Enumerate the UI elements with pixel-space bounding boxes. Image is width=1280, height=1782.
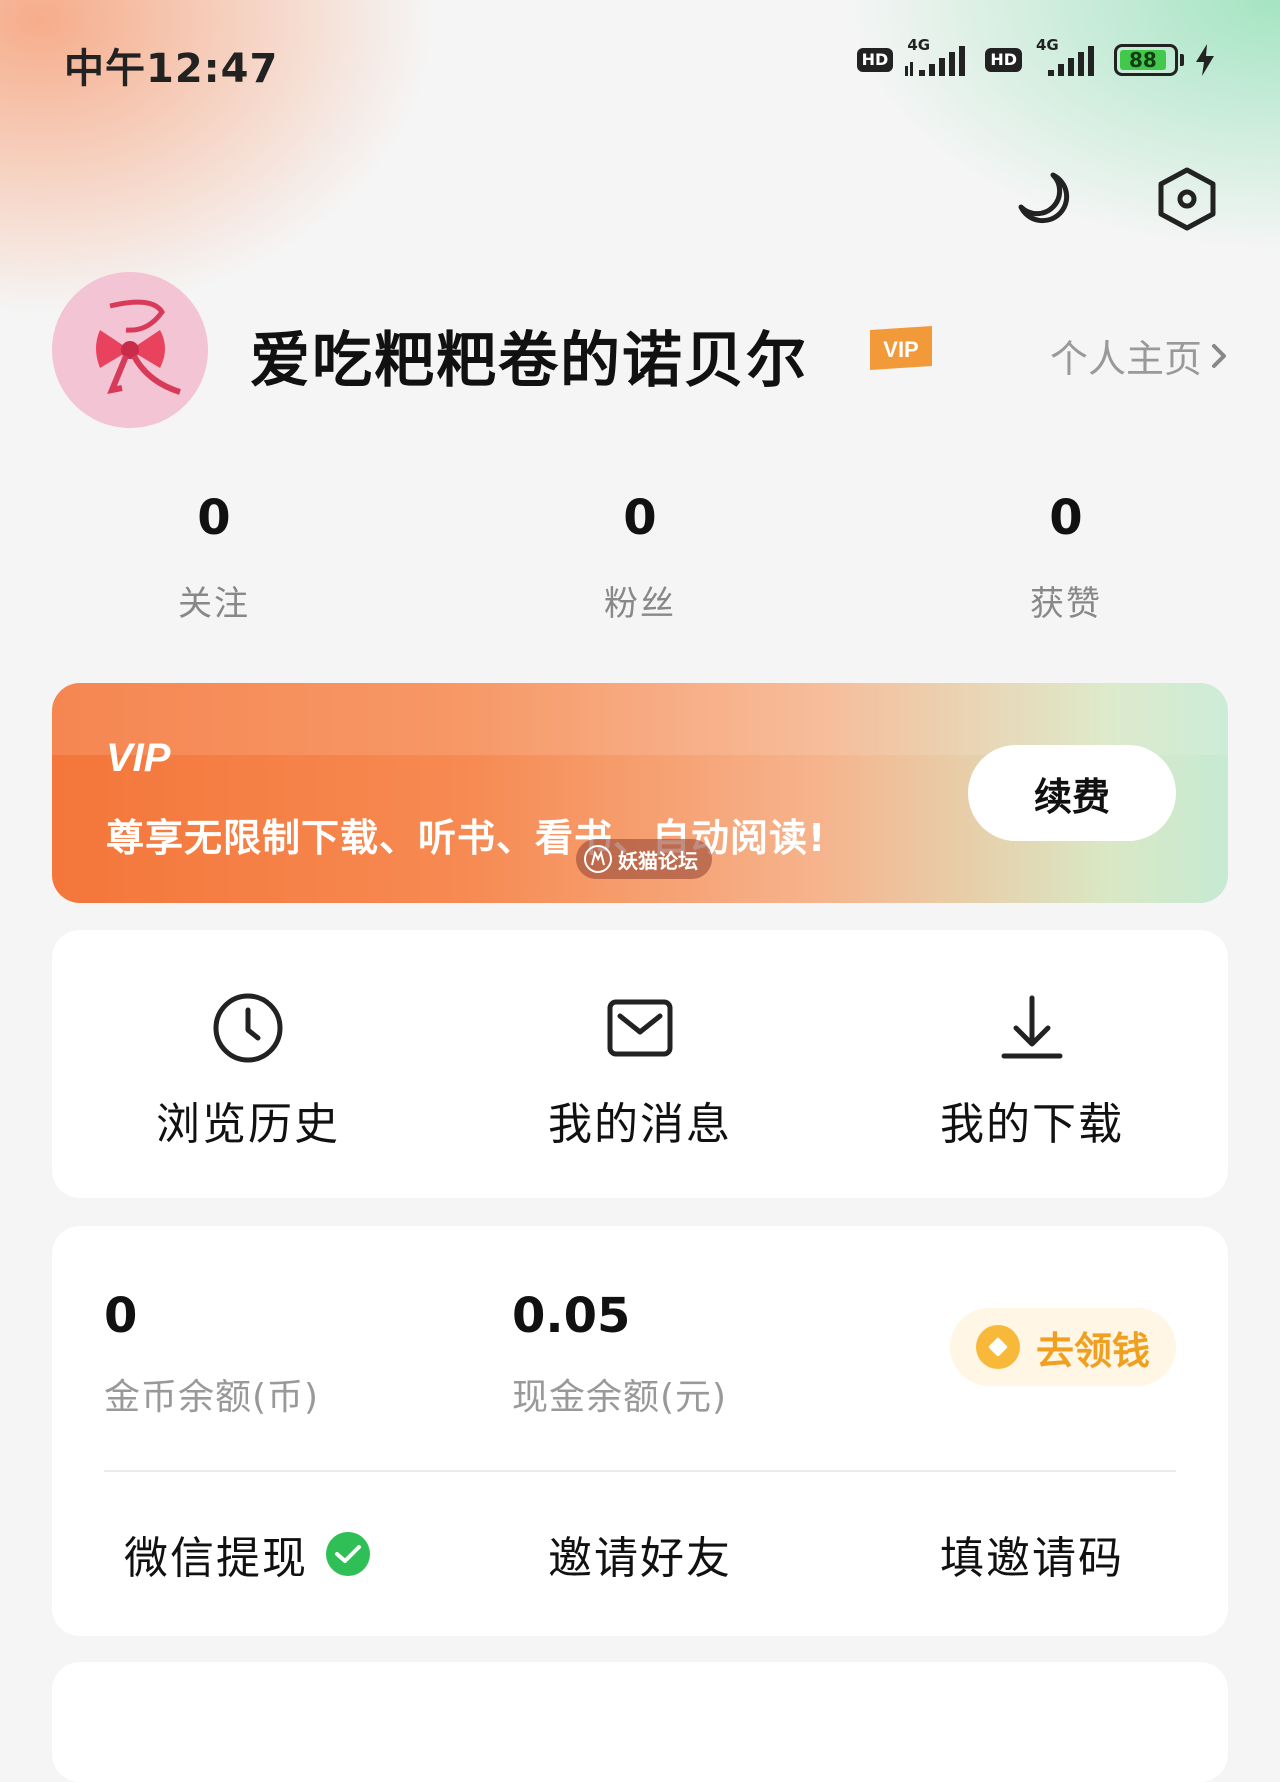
moon-icon [1018,172,1070,224]
stat-label: 获赞 [1030,584,1102,624]
stat-value: 0 [197,490,231,546]
vip-badge-text: VIP [883,337,918,362]
next-section-card [52,1662,1228,1782]
enter-invite-code-label: 填邀请码 [940,1533,1124,1584]
earn-money-label: 去领钱 [1035,1328,1150,1373]
clock-icon [213,993,283,1063]
history-label: 浏览历史 [156,1099,340,1150]
vip-logo-text: VIP [106,737,171,777]
downloads-label: 我的下载 [940,1099,1124,1150]
vip-badge: VIP [866,324,936,374]
hd-badge-sim1: HD [856,48,894,72]
messages-button[interactable]: 我的消息 [490,988,790,1152]
stat-followers[interactable]: 0 粉丝 [490,490,790,625]
network-type-sim2: 4G [1036,36,1059,54]
stat-value: 0 [623,490,657,546]
vip-banner[interactable]: VIP 尊享无限制下载、听书、看书、自动阅读! 续费 妖猫论坛 [52,683,1228,903]
signal-sim2: 4G [1032,36,1104,80]
hd-badge-sim2: HD [985,48,1022,72]
forum-watermark: 妖猫论坛 [576,839,712,879]
homepage-link[interactable]: 个人主页 [1050,328,1228,383]
wechat-withdraw-label: 微信提现 [124,1533,308,1584]
earn-money-button[interactable]: 去领钱 [950,1308,1176,1386]
cat-logo-icon [584,845,612,873]
wechat-icon [326,1532,370,1576]
invite-friends-button[interactable]: 邀请好友 [548,1522,732,1586]
chevron-right-icon [1212,343,1226,368]
quick-actions-card: 浏览历史 我的消息 我的下载 [52,930,1228,1198]
divider [104,1470,1176,1472]
mail-icon [607,999,673,1057]
enter-invite-code-button[interactable]: 填邀请码 [940,1522,1124,1586]
coin-balance-value: 0 [104,1288,138,1344]
download-icon [1001,995,1063,1059]
charging-bolt-icon [1196,44,1214,76]
bow-avatar-icon [52,272,208,428]
vip-logo: VIP [106,736,216,781]
messages-label: 我的消息 [548,1099,732,1150]
coin-icon [975,1325,1020,1369]
cash-balance-value: 0.05 [512,1288,631,1344]
signal-sim1: 4G [903,36,975,80]
wechat-withdraw-button[interactable]: 微信提现 [124,1522,370,1586]
renew-button[interactable]: 续费 [968,745,1176,841]
invite-friends-label: 邀请好友 [548,1533,732,1584]
wallet-card: 0 金币余额(币) 0.05 现金余额(元) 去领钱 微信提现 邀请好友 填邀请… [52,1226,1228,1636]
night-mode-button[interactable] [1010,164,1080,234]
downloads-button[interactable]: 我的下载 [882,988,1182,1152]
stat-label: 粉丝 [604,584,676,624]
battery-indicator: 88 [1114,44,1184,76]
avatar[interactable] [52,272,208,428]
status-icons: HD 4G HD 4G 88 [856,36,1216,80]
network-type-sim1: 4G [907,36,931,54]
history-button[interactable]: 浏览历史 [98,988,398,1152]
homepage-link-label: 个人主页 [1049,337,1202,381]
watermark-text: 妖猫论坛 [618,848,698,873]
settings-button[interactable] [1152,164,1222,234]
vip-description: 尊享无限制下载、听书、看书、自动阅读! [106,816,827,860]
coin-balance-label: 金币余额(币) [104,1377,320,1418]
stat-label: 关注 [178,584,250,624]
battery-fill: 88 [1120,48,1166,72]
stat-likes[interactable]: 0 获赞 [916,490,1216,625]
cash-balance-label: 现金余额(元) [512,1377,728,1418]
status-time: 中午12:47 [64,46,279,92]
username: 爱吃粑粑卷的诺贝尔 [250,326,808,396]
hexagon-settings-icon [1158,167,1216,231]
stat-value: 0 [1049,490,1083,546]
stat-following[interactable]: 0 关注 [64,490,364,625]
